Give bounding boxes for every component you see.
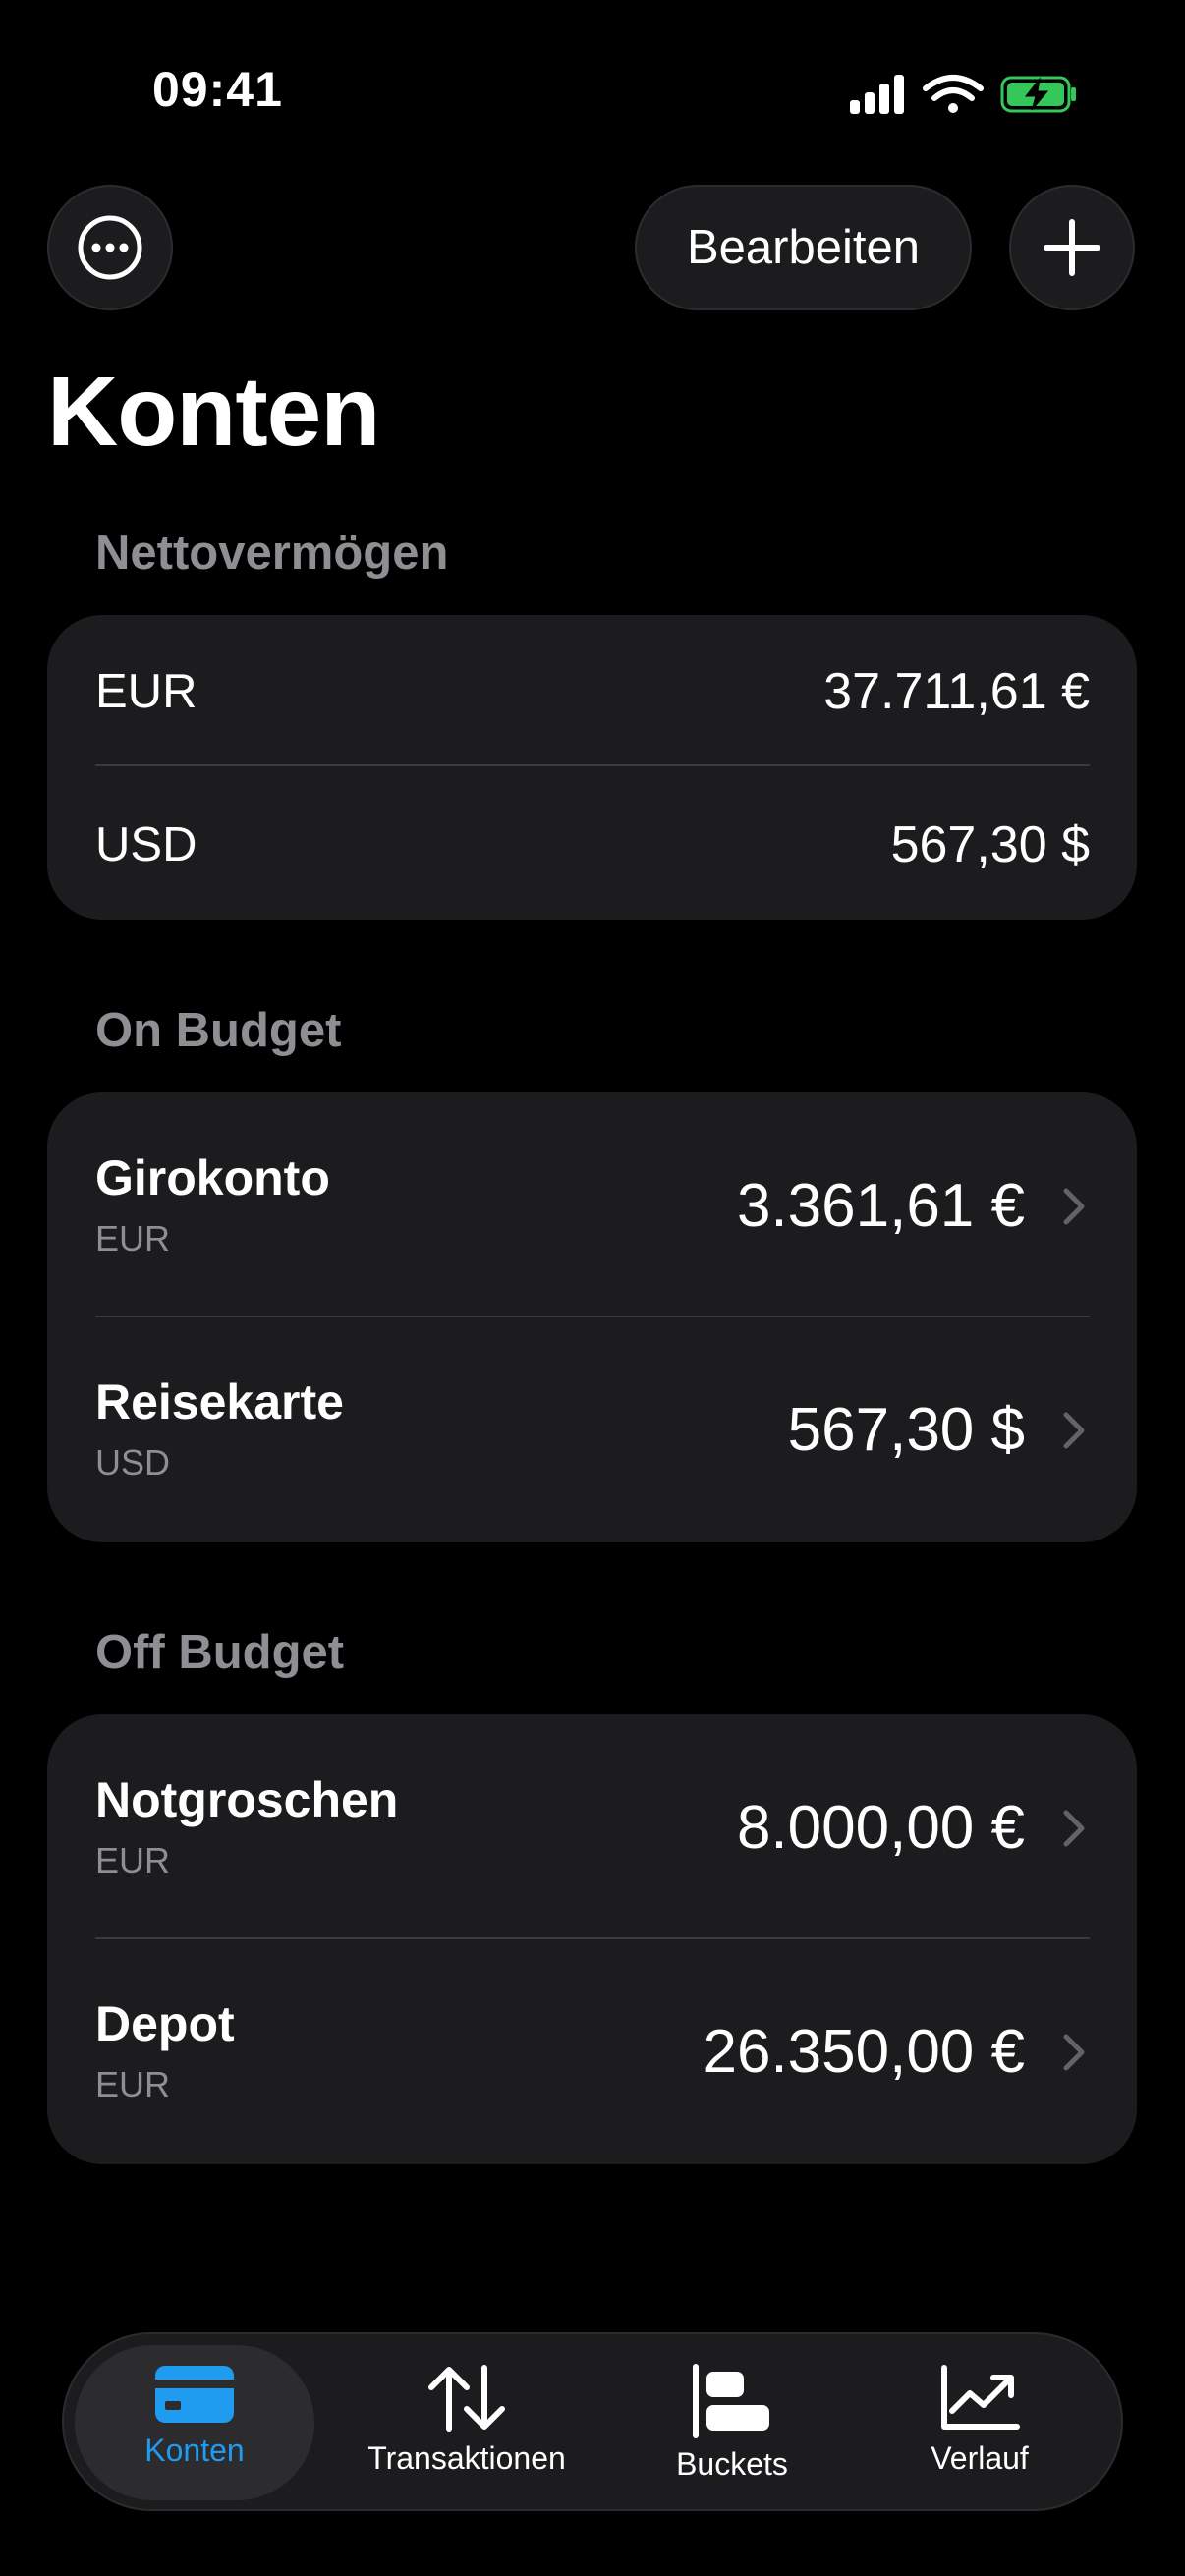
tab-label: Buckets bbox=[676, 2446, 788, 2482]
off-budget-header: Off Budget bbox=[95, 1626, 345, 1679]
on-budget-header: On Budget bbox=[95, 1004, 342, 1057]
off-budget-card: Notgroschen EUR 8.000,00 € Depot EUR 26.… bbox=[47, 1714, 1137, 2164]
account-row-depot[interactable]: Depot EUR 26.350,00 € bbox=[47, 1940, 1137, 2164]
chevron-right-icon bbox=[1063, 1188, 1085, 1225]
net-worth-currency-eur: EUR bbox=[95, 665, 198, 718]
account-name: Depot bbox=[95, 1996, 235, 2051]
net-worth-amount-eur: 37.711,61 € bbox=[823, 663, 1090, 720]
account-row-girokonto[interactable]: Girokonto EUR 3.361,61 € bbox=[47, 1092, 1137, 1316]
page-title: Konten bbox=[47, 357, 380, 467]
chevron-right-icon bbox=[1063, 1412, 1085, 1449]
tab-label: Transaktionen bbox=[367, 2440, 566, 2476]
tab-konten[interactable]: Konten bbox=[75, 2334, 314, 2509]
account-name: Girokonto bbox=[95, 1150, 330, 1205]
row-divider bbox=[95, 764, 1090, 766]
arrows-up-down-icon bbox=[428, 2365, 505, 2432]
more-options-button[interactable] bbox=[47, 185, 173, 310]
account-name: Notgroschen bbox=[95, 1772, 399, 1827]
plus-icon bbox=[1044, 219, 1100, 276]
row-divider bbox=[95, 1937, 1090, 1939]
account-currency: USD bbox=[95, 1442, 171, 1483]
tab-bar: Konten Transaktionen Buckets Verlauf bbox=[62, 2332, 1123, 2511]
account-currency: EUR bbox=[95, 2064, 171, 2104]
net-worth-currency-usd: USD bbox=[95, 818, 198, 871]
bars-align-left-icon bbox=[693, 2364, 769, 2438]
trend-chart-icon bbox=[941, 2365, 1020, 2430]
wifi-icon bbox=[923, 75, 984, 113]
account-row-notgroschen[interactable]: Notgroschen EUR 8.000,00 € bbox=[47, 1714, 1137, 1938]
account-currency: EUR bbox=[95, 1840, 171, 1880]
tab-transaktionen[interactable]: Transaktionen bbox=[344, 2334, 590, 2509]
on-budget-card: Girokonto EUR 3.361,61 € Reisekarte USD … bbox=[47, 1092, 1137, 1542]
status-time: 09:41 bbox=[152, 62, 283, 117]
battery-charging-icon bbox=[1000, 76, 1076, 113]
account-name: Reisekarte bbox=[95, 1374, 344, 1429]
account-currency: EUR bbox=[95, 1218, 171, 1259]
ellipsis-circle-icon bbox=[78, 215, 142, 280]
account-balance: 567,30 $ bbox=[787, 1396, 1025, 1464]
row-divider bbox=[95, 1316, 1090, 1317]
net-worth-header: Nettovermögen bbox=[95, 527, 449, 580]
cellular-signal-icon bbox=[850, 75, 904, 114]
chevron-right-icon bbox=[1063, 1810, 1085, 1847]
net-worth-card: EUR 37.711,61 € USD 567,30 $ bbox=[47, 615, 1137, 920]
add-account-button[interactable] bbox=[1009, 185, 1135, 310]
account-balance: 3.361,61 € bbox=[736, 1172, 1025, 1240]
tab-buckets[interactable]: Buckets bbox=[644, 2334, 820, 2509]
tab-verlauf[interactable]: Verlauf bbox=[891, 2334, 1068, 2509]
chevron-right-icon bbox=[1063, 2034, 1085, 2071]
net-worth-amount-usd: 567,30 $ bbox=[890, 816, 1090, 873]
account-balance: 26.350,00 € bbox=[703, 2018, 1025, 2086]
tab-label: Konten bbox=[144, 2433, 245, 2468]
account-row-reisekarte[interactable]: Reisekarte USD 567,30 $ bbox=[47, 1318, 1137, 1542]
tab-label: Verlauf bbox=[931, 2440, 1029, 2476]
account-balance: 8.000,00 € bbox=[736, 1794, 1025, 1862]
status-icons bbox=[845, 71, 1081, 118]
edit-button[interactable]: Bearbeiten bbox=[635, 185, 972, 310]
credit-card-icon bbox=[155, 2366, 234, 2423]
